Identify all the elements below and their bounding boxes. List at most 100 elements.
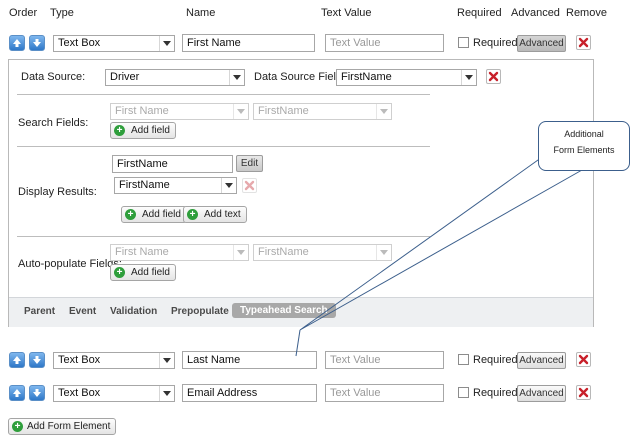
required-checkbox[interactable] bbox=[458, 37, 469, 48]
arrow-down-icon bbox=[33, 389, 41, 397]
arrow-up-icon bbox=[13, 39, 21, 47]
add-autopopulate-field-button[interactable]: + Add field bbox=[110, 264, 176, 281]
chevron-down-icon bbox=[159, 353, 174, 368]
data-source-field-select[interactable]: FirstName bbox=[336, 69, 477, 86]
display-results-select-value: FirstName bbox=[119, 179, 170, 191]
chevron-down-icon bbox=[376, 104, 391, 119]
arrow-up-icon bbox=[13, 389, 21, 397]
add-text-label: Add text bbox=[204, 209, 241, 220]
add-field-label: Add field bbox=[131, 267, 170, 278]
search-field-db-select[interactable]: FirstName bbox=[253, 103, 392, 120]
divider bbox=[17, 94, 430, 95]
move-down-button[interactable] bbox=[29, 352, 45, 368]
move-down-button[interactable] bbox=[29, 35, 45, 51]
remove-button[interactable] bbox=[576, 385, 591, 400]
edit-button[interactable]: Edit bbox=[236, 155, 263, 172]
type-select[interactable]: Text Box bbox=[53, 385, 175, 402]
tab-event[interactable]: Event bbox=[69, 306, 96, 317]
move-up-button[interactable] bbox=[9, 352, 25, 368]
plus-icon: + bbox=[12, 421, 23, 432]
tab-validation[interactable]: Validation bbox=[110, 306, 157, 317]
chevron-down-icon bbox=[229, 70, 244, 85]
search-field-select[interactable]: First Name bbox=[110, 103, 249, 120]
close-icon bbox=[244, 180, 255, 191]
tab-typeahead-search[interactable]: Typeahead Search bbox=[232, 303, 336, 318]
header-order: Order bbox=[9, 7, 38, 19]
plus-icon: + bbox=[114, 267, 125, 278]
add-form-element-button[interactable]: + Add Form Element bbox=[8, 418, 117, 435]
callout-line-1: Additional bbox=[564, 129, 604, 139]
search-field-db-select-value: FirstName bbox=[258, 105, 309, 117]
close-icon bbox=[578, 354, 589, 365]
autopopulate-field-select-value: First Name bbox=[115, 246, 169, 258]
plus-icon: + bbox=[114, 125, 125, 136]
chevron-down-icon bbox=[159, 386, 174, 401]
arrow-up-icon bbox=[13, 356, 21, 364]
divider bbox=[17, 146, 430, 147]
name-input[interactable]: Email Address bbox=[182, 384, 317, 402]
text-value-input[interactable]: Text Value bbox=[325, 351, 444, 369]
search-field-select-value: First Name bbox=[115, 105, 169, 117]
callout-box: Additional Form Elements bbox=[538, 121, 630, 171]
tab-prepopulate[interactable]: Prepopulate bbox=[171, 306, 229, 317]
tab-parent[interactable]: Parent bbox=[24, 306, 55, 317]
display-results-input[interactable]: FirstName bbox=[112, 155, 233, 173]
add-display-field-button[interactable]: + Add field bbox=[121, 206, 187, 223]
type-select[interactable]: Text Box bbox=[53, 35, 175, 52]
chevron-down-icon bbox=[159, 36, 174, 51]
header-remove: Remove bbox=[566, 7, 607, 19]
close-icon bbox=[578, 387, 589, 398]
name-input[interactable]: First Name bbox=[182, 34, 315, 52]
name-input[interactable]: Last Name bbox=[182, 351, 317, 369]
chevron-down-icon bbox=[461, 70, 476, 85]
text-value-input[interactable]: Text Value bbox=[325, 384, 444, 402]
display-results-label: Display Results: bbox=[18, 186, 97, 198]
type-select-value: Text Box bbox=[58, 37, 101, 49]
header-type: Type bbox=[50, 7, 74, 19]
remove-button[interactable] bbox=[576, 352, 591, 367]
data-source-select[interactable]: Driver bbox=[105, 69, 245, 86]
chevron-down-icon bbox=[376, 245, 391, 260]
header-required: Required bbox=[457, 7, 502, 19]
plus-icon: + bbox=[125, 209, 136, 220]
callout-line-2: Form Elements bbox=[553, 145, 615, 155]
advanced-button[interactable]: Advanced bbox=[517, 352, 566, 369]
autopopulate-db-select[interactable]: FirstName bbox=[253, 244, 392, 261]
autopopulate-db-select-value: FirstName bbox=[258, 246, 309, 258]
required-label: Required bbox=[473, 354, 518, 366]
data-source-field-value: FirstName bbox=[341, 71, 392, 83]
required-checkbox[interactable] bbox=[458, 354, 469, 365]
add-form-element-label: Add Form Element bbox=[27, 421, 111, 432]
search-fields-label: Search Fields: bbox=[18, 117, 89, 129]
move-down-button[interactable] bbox=[29, 385, 45, 401]
type-select-value: Text Box bbox=[58, 387, 101, 399]
text-value-input[interactable]: Text Value bbox=[325, 34, 444, 52]
add-text-button[interactable]: + Add text bbox=[183, 206, 247, 223]
header-text-value: Text Value bbox=[321, 7, 372, 19]
close-icon bbox=[578, 37, 589, 48]
autopopulate-field-select[interactable]: First Name bbox=[110, 244, 249, 261]
advanced-button[interactable]: Advanced bbox=[517, 385, 566, 402]
add-field-label: Add field bbox=[131, 125, 170, 136]
display-results-select[interactable]: FirstName bbox=[114, 177, 237, 194]
remove-button[interactable] bbox=[576, 35, 591, 50]
type-select[interactable]: Text Box bbox=[53, 352, 175, 369]
advanced-button[interactable]: Advanced bbox=[517, 35, 566, 52]
add-field-label: Add field bbox=[142, 209, 181, 220]
add-search-field-button[interactable]: + Add field bbox=[110, 122, 176, 139]
remove-data-source-button[interactable] bbox=[486, 69, 501, 84]
data-source-label: Data Source: bbox=[21, 71, 86, 83]
required-checkbox[interactable] bbox=[458, 387, 469, 398]
move-up-button[interactable] bbox=[9, 385, 25, 401]
autopopulate-label: Auto-populate Fields: bbox=[18, 258, 122, 270]
chevron-down-icon bbox=[221, 178, 236, 193]
arrow-down-icon bbox=[33, 39, 41, 47]
data-source-value: Driver bbox=[110, 71, 140, 83]
header-name: Name bbox=[186, 7, 216, 19]
arrow-down-icon bbox=[33, 356, 41, 364]
chevron-down-icon bbox=[233, 245, 248, 260]
move-up-button[interactable] bbox=[9, 35, 25, 51]
remove-display-field-button[interactable] bbox=[242, 178, 257, 193]
plus-icon: + bbox=[187, 209, 198, 220]
type-select-value: Text Box bbox=[58, 354, 101, 366]
